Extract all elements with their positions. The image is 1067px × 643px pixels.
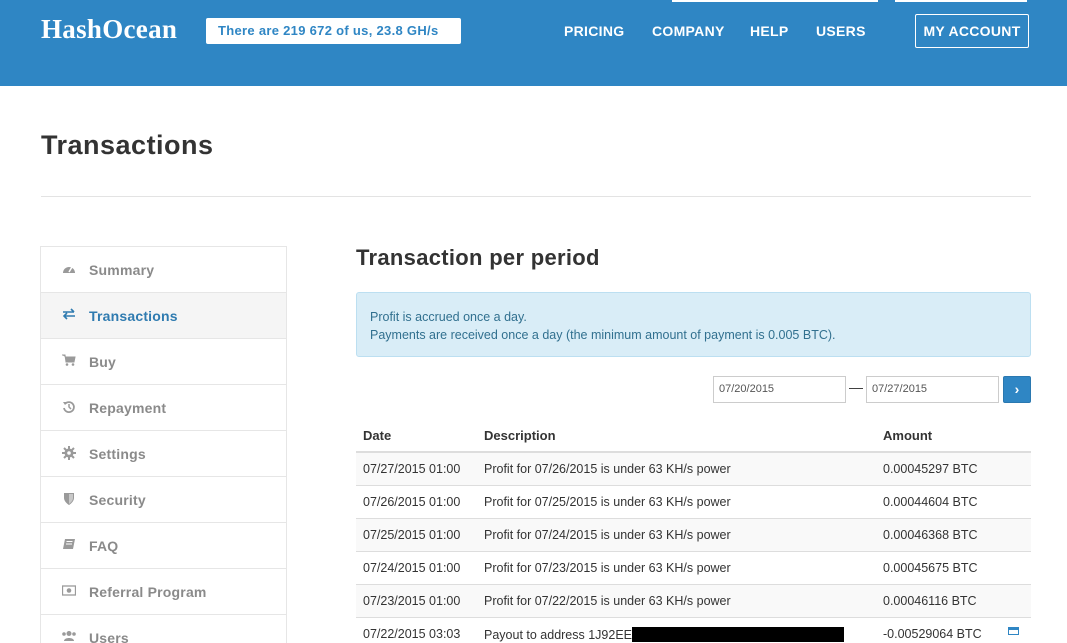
cell-amount: 0.00045675 BTC [883,561,978,575]
table-header: Date Description Amount [356,420,1031,453]
info-line: Payments are received once a day (the mi… [370,328,836,342]
sidebar-item-referral-program[interactable]: Referral Program [41,569,286,615]
header-tab-hint [672,0,878,2]
table-row: 07/25/2015 01:00 Profit for 07/24/2015 i… [356,519,1031,552]
sidebar-item-label: Referral Program [89,584,207,600]
column-header-date[interactable]: Date [363,428,391,443]
cart-icon [61,354,77,370]
money-icon [61,584,77,600]
dashboard-icon [61,262,77,278]
cell-date: 07/23/2015 01:00 [363,594,461,608]
sidebar-item-transactions[interactable]: Transactions [41,293,286,339]
sidebar-item-faq[interactable]: FAQ [41,523,286,569]
sidebar-item-summary[interactable]: Summary [41,247,286,293]
sidebar-item-label: FAQ [89,538,119,554]
cell-date: 07/26/2015 01:00 [363,495,461,509]
cell-date: 07/27/2015 01:00 [363,462,461,476]
cell-description: Profit for 07/24/2015 is under 63 KH/s p… [484,528,731,542]
cell-amount: 0.00045297 BTC [883,462,978,476]
payout-address-text: Payout to address 1J92EE [484,628,633,642]
book-icon [61,538,77,554]
date-to-input[interactable]: 07/27/2015 [866,376,999,403]
cell-amount: 0.00046116 BTC [883,594,977,608]
table-row: 07/27/2015 01:00 Profit for 07/26/2015 i… [356,453,1031,486]
nav-company[interactable]: COMPANY [652,23,725,39]
sidebar-item-label: Transactions [89,308,178,324]
sidebar-item-label: Settings [89,446,146,462]
column-header-amount[interactable]: Amount [883,428,932,443]
date-from-input[interactable]: 07/20/2015 [713,376,846,403]
nav-pricing[interactable]: PRICING [564,23,624,39]
sidebar-item-security[interactable]: Security [41,477,286,523]
my-account-button[interactable]: MY ACCOUNT [915,14,1029,48]
cell-date: 07/22/2015 03:03 [363,627,461,641]
nav-users[interactable]: USERS [816,23,866,39]
section-title: Transaction per period [356,245,600,270]
top-header: HashOcean There are 219 672 of us, 23.8 … [0,0,1067,86]
column-header-description[interactable]: Description [484,428,556,443]
redaction-bar [632,627,845,642]
details-icon[interactable] [1008,627,1019,635]
shield-icon [61,492,77,508]
table-row: 07/24/2015 01:00 Profit for 07/23/2015 i… [356,552,1031,585]
history-icon [61,400,77,416]
exchange-icon [61,308,77,324]
gear-icon [61,446,77,462]
cell-description: Payout to address 1J92EE [484,627,845,642]
cell-date: 07/25/2015 01:00 [363,528,461,542]
cell-description: Profit for 07/23/2015 is under 63 KH/s p… [484,561,731,575]
sidebar-item-label: Summary [89,262,155,278]
sidebar-item-repayment[interactable]: Repayment [41,385,286,431]
sidebar: Summary Transactions Buy Repayment Setti… [40,246,287,643]
cell-description: Profit for 07/22/2015 is under 63 KH/s p… [484,594,731,608]
sidebar-item-label: Users [89,630,129,643]
sidebar-item-settings[interactable]: Settings [41,431,286,477]
cell-amount: 0.00044604 BTC [883,495,978,509]
sidebar-item-label: Security [89,492,146,508]
logo[interactable]: HashOcean [41,14,177,45]
apply-date-button[interactable]: › [1003,376,1031,403]
cell-date: 07/24/2015 01:00 [363,561,461,575]
transactions-table: Date Description Amount 07/27/2015 01:00… [356,420,1031,643]
users-icon [61,630,77,643]
sidebar-item-buy[interactable]: Buy [41,339,286,385]
table-row: 07/26/2015 01:00 Profit for 07/25/2015 i… [356,486,1031,519]
info-alert: Profit is accrued once a day. Payments a… [356,292,1031,357]
sidebar-item-label: Repayment [89,400,167,416]
date-range-separator: — [849,379,863,395]
nav-help[interactable]: HELP [750,23,789,39]
cell-description: Profit for 07/25/2015 is under 63 KH/s p… [484,495,731,509]
cell-amount: 0.00046368 BTC [883,528,978,542]
page-title: Transactions [41,130,214,160]
divider [41,196,1031,197]
stats-badge: There are 219 672 of us, 23.8 GH/s [206,18,461,44]
table-row: 07/23/2015 01:00 Profit for 07/22/2015 i… [356,585,1031,618]
cell-amount: -0.00529064 BTC [883,627,982,641]
info-line: Profit is accrued once a day. [370,310,527,324]
table-row: 07/22/2015 03:03 Payout to address 1J92E… [356,618,1031,643]
header-tab-hint [895,0,1027,2]
sidebar-item-label: Buy [89,354,117,370]
sidebar-item-users[interactable]: Users [41,615,286,643]
cell-description: Profit for 07/26/2015 is under 63 KH/s p… [484,462,731,476]
